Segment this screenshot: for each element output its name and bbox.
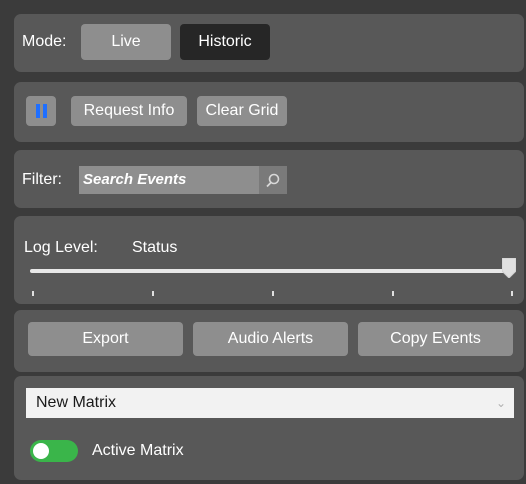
log-level-panel: Log Level: Status [14, 216, 524, 304]
matrix-select[interactable]: New Matrix ⌄ [26, 388, 514, 418]
clear-grid-button[interactable]: Clear Grid [197, 96, 287, 126]
mode-label: Mode: [22, 33, 67, 50]
search-icon [266, 173, 280, 188]
log-level-value: Status [132, 239, 178, 256]
log-level-slider-track[interactable] [30, 269, 510, 273]
audio-alerts-button[interactable]: Audio Alerts [193, 322, 348, 356]
slider-tick [511, 291, 513, 296]
search-events-input[interactable]: Search Events [79, 166, 259, 194]
toggle-knob [33, 443, 49, 459]
copy-events-button[interactable]: Copy Events [358, 322, 513, 356]
pause-icon [36, 104, 40, 118]
slider-tick [392, 291, 394, 296]
search-button[interactable] [259, 166, 287, 194]
slider-tick [32, 291, 34, 296]
matrix-panel: New Matrix ⌄ Active Matrix [14, 376, 524, 480]
mode-panel: Mode: Live Historic [14, 14, 524, 72]
request-info-button[interactable]: Request Info [71, 96, 187, 126]
matrix-select-value: New Matrix [36, 394, 117, 411]
controls-panel: Request Info Clear Grid [14, 82, 524, 142]
filter-label: Filter: [22, 171, 62, 188]
live-mode-button[interactable]: Live [81, 24, 171, 60]
active-matrix-label: Active Matrix [92, 442, 184, 459]
pause-icon-bar [43, 104, 47, 118]
log-level-slider-thumb[interactable] [502, 258, 516, 278]
pause-button[interactable] [26, 96, 56, 126]
export-button[interactable]: Export [28, 322, 183, 356]
slider-tick [272, 291, 274, 296]
log-level-label: Log Level: [24, 239, 98, 256]
active-matrix-toggle[interactable] [30, 440, 78, 462]
filter-panel: Filter: Search Events [14, 150, 524, 208]
chevron-down-icon: ⌄ [495, 396, 506, 410]
actions-panel: Export Audio Alerts Copy Events [14, 310, 524, 372]
historic-mode-button[interactable]: Historic [180, 24, 270, 60]
slider-tick [152, 291, 154, 296]
